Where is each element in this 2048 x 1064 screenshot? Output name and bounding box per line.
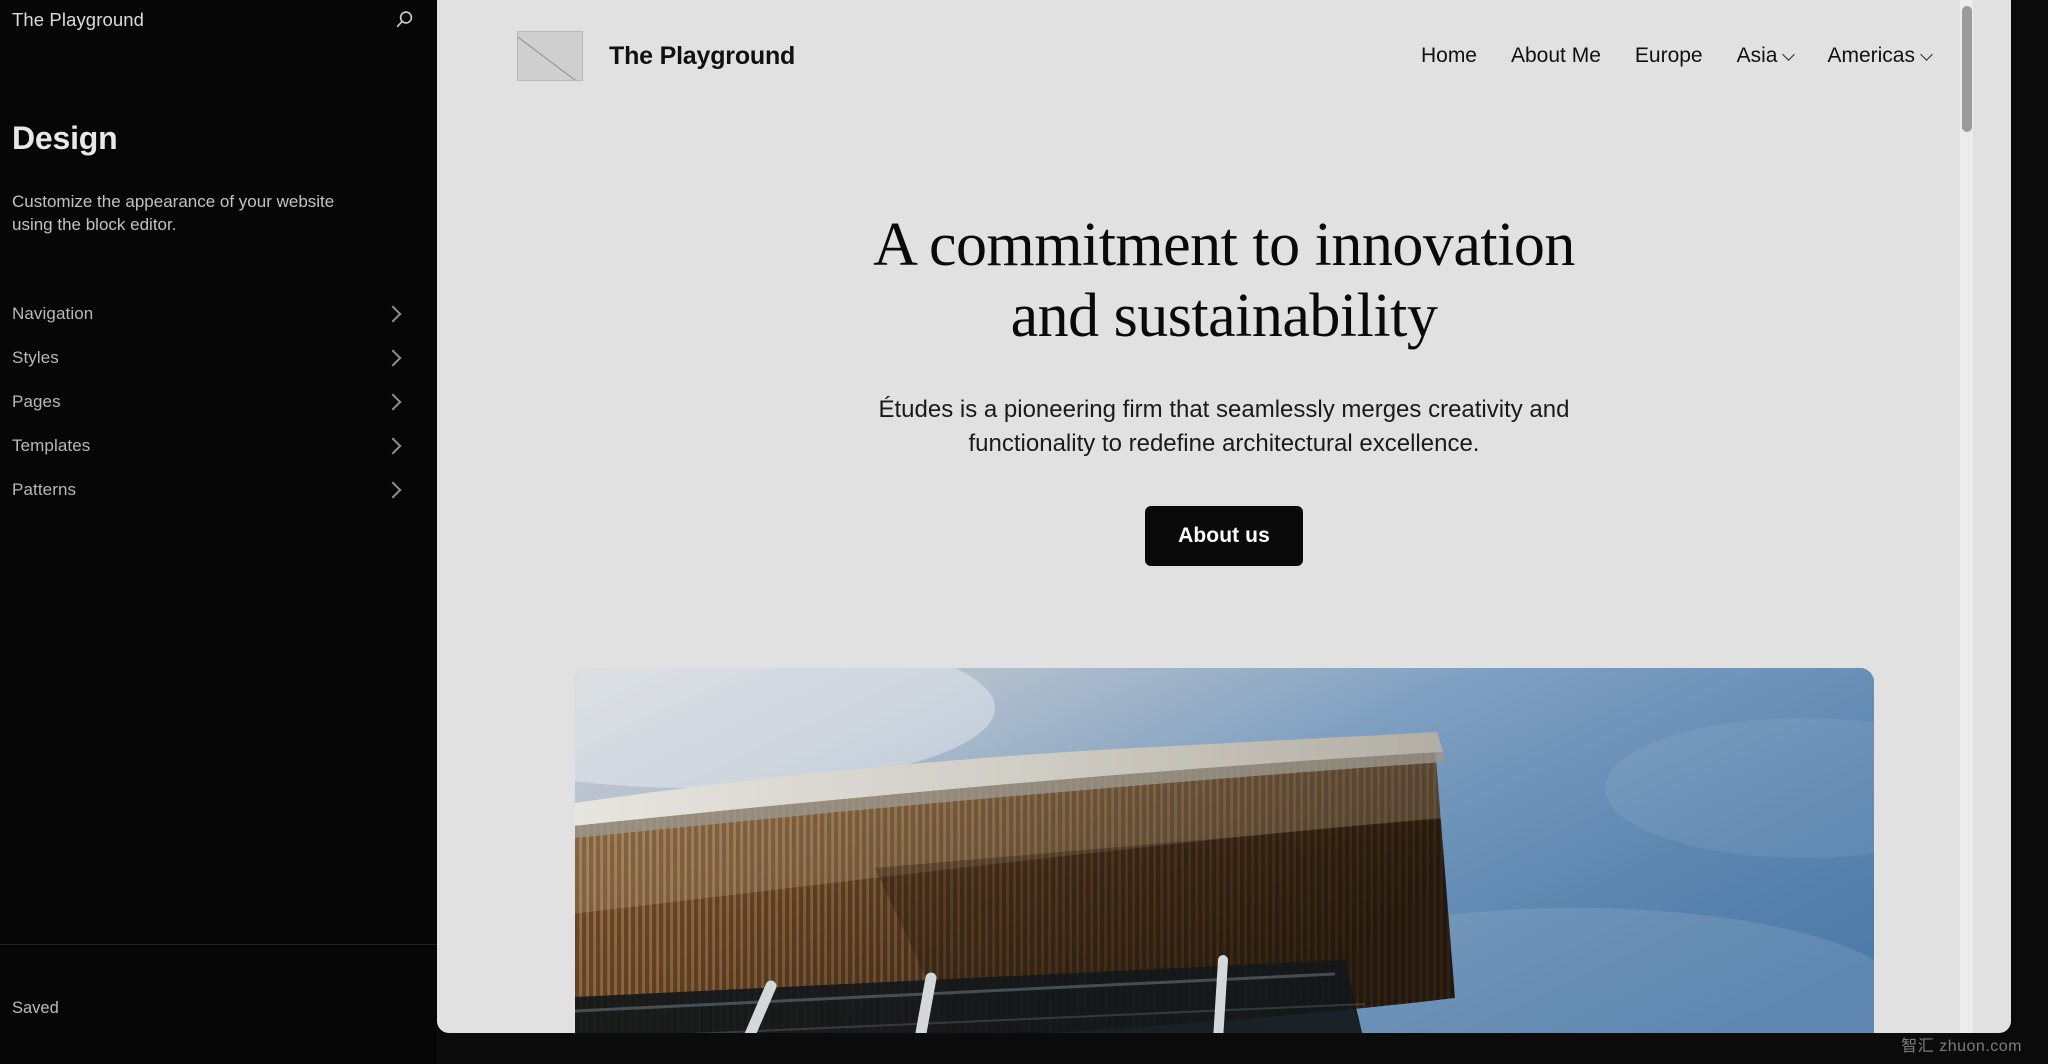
site-preview-canvas[interactable]: The Playground Home About Me Europe Asia xyxy=(437,0,2011,1033)
chevron-down-icon xyxy=(1782,47,1796,61)
chevron-right-icon xyxy=(384,393,402,411)
site-brand-name: The Playground xyxy=(609,41,796,70)
sidebar-item-patterns[interactable]: Patterns xyxy=(0,468,425,512)
sidebar-menu: Navigation Styles Pages Templates Patter xyxy=(0,292,437,512)
watermark: 智汇 zhuon.com xyxy=(1901,1038,2022,1055)
site-brand[interactable]: The Playground xyxy=(517,31,795,81)
nav-item-about-me[interactable]: About Me xyxy=(1511,44,1601,68)
chevron-right-icon xyxy=(384,349,402,367)
nav-item-europe[interactable]: Europe xyxy=(1635,44,1703,68)
sidebar-intro: Design Customize the appearance of your … xyxy=(0,40,437,236)
nav-item-label: About Me xyxy=(1511,44,1601,67)
nav-item-label: Home xyxy=(1420,44,1477,67)
hero-section: A commitment to innovation and sustainab… xyxy=(437,92,2011,1033)
sidebar-footer: Saved xyxy=(0,944,437,1064)
hero-image xyxy=(574,667,1874,1033)
hero-cta-wrap: About us xyxy=(437,505,2011,566)
sidebar-topbar: The Playground xyxy=(0,0,437,40)
broken-image-icon xyxy=(517,31,583,81)
chevron-right-icon xyxy=(384,481,402,499)
sidebar-item-label: Templates xyxy=(12,436,91,456)
nav-item-label: Americas xyxy=(1827,44,1915,67)
nav-item-asia[interactable]: Asia xyxy=(1736,44,1796,68)
sidebar-item-label: Navigation xyxy=(12,304,94,324)
sidebar-item-label: Styles xyxy=(12,348,59,368)
sidebar-item-pages[interactable]: Pages xyxy=(0,380,425,424)
canvas-scrollbar[interactable] xyxy=(1960,0,1973,1033)
about-us-button[interactable]: About us xyxy=(1145,505,1303,566)
nav-item-label: Asia xyxy=(1736,44,1778,67)
site-header: The Playground Home About Me Europe Asia xyxy=(437,0,2011,92)
hero-subtitle: Études is a pioneering firm that seamles… xyxy=(878,396,1570,458)
sidebar-item-templates[interactable]: Templates xyxy=(0,424,425,468)
design-sidebar: The Playground Design Customize the appe… xyxy=(0,0,437,1064)
nav-item-americas[interactable]: Americas xyxy=(1827,44,1933,68)
chevron-right-icon xyxy=(384,437,402,455)
nav-item-label: Europe xyxy=(1634,44,1703,67)
chevron-down-icon xyxy=(1920,47,1933,61)
sidebar-item-label: Patterns xyxy=(12,480,77,500)
sidebar-item-label: Pages xyxy=(12,392,61,412)
sidebar-item-navigation[interactable]: Navigation xyxy=(0,292,425,336)
site-nav: Home About Me Europe Asia Americas xyxy=(1421,44,1933,68)
sidebar-site-name[interactable]: The Playground xyxy=(12,9,144,31)
chevron-right-icon xyxy=(384,305,402,323)
page-title: Design xyxy=(12,120,118,156)
app-root: The Playground Design Customize the appe… xyxy=(0,0,2048,1064)
scrollbar-thumb[interactable] xyxy=(1961,6,1972,132)
page-description: Customize the appearance of your website… xyxy=(12,192,335,234)
sidebar-item-styles[interactable]: Styles xyxy=(0,336,425,380)
hero-title: A commitment to innovation and sustainab… xyxy=(873,211,1575,350)
search-icon xyxy=(393,9,415,31)
nav-item-home[interactable]: Home xyxy=(1421,44,1477,68)
sidebar-content: The Playground Design Customize the appe… xyxy=(0,0,437,1064)
search-button[interactable] xyxy=(383,0,425,41)
save-status-badge[interactable]: Saved xyxy=(12,999,59,1018)
